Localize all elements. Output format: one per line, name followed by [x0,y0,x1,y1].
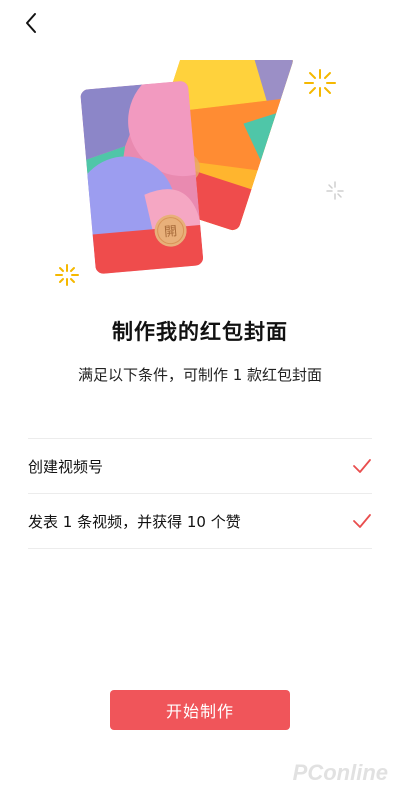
page-title: 制作我的红包封面 [112,320,288,344]
checkmark-icon [353,459,371,473]
checkmark-icon [353,514,371,528]
page-subtitle: 满足以下条件，可制作 1 款红包封面 [77,366,323,384]
sparkle-icon [326,181,344,200]
watermark-logo: PConline [292,760,388,785]
requirements-list: 创建视频号 发表 1 条视频，并获得 10 个赞 [28,438,372,549]
back-chevron-icon[interactable] [18,8,48,38]
requirement-row: 创建视频号 [28,439,372,494]
sparkle-icon [304,69,336,97]
seal-char: 開 [164,224,178,240]
sparkle-icon [55,264,79,286]
requirement-label: 发表 1 条视频，并获得 10 个赞 [28,512,241,531]
requirement-label: 创建视频号 [28,457,104,476]
requirement-row: 发表 1 条视频，并获得 10 个赞 [28,494,372,549]
red-packet-cover-illustration: 開 [55,60,344,286]
start-making-button[interactable]: 开始制作 [110,690,290,730]
